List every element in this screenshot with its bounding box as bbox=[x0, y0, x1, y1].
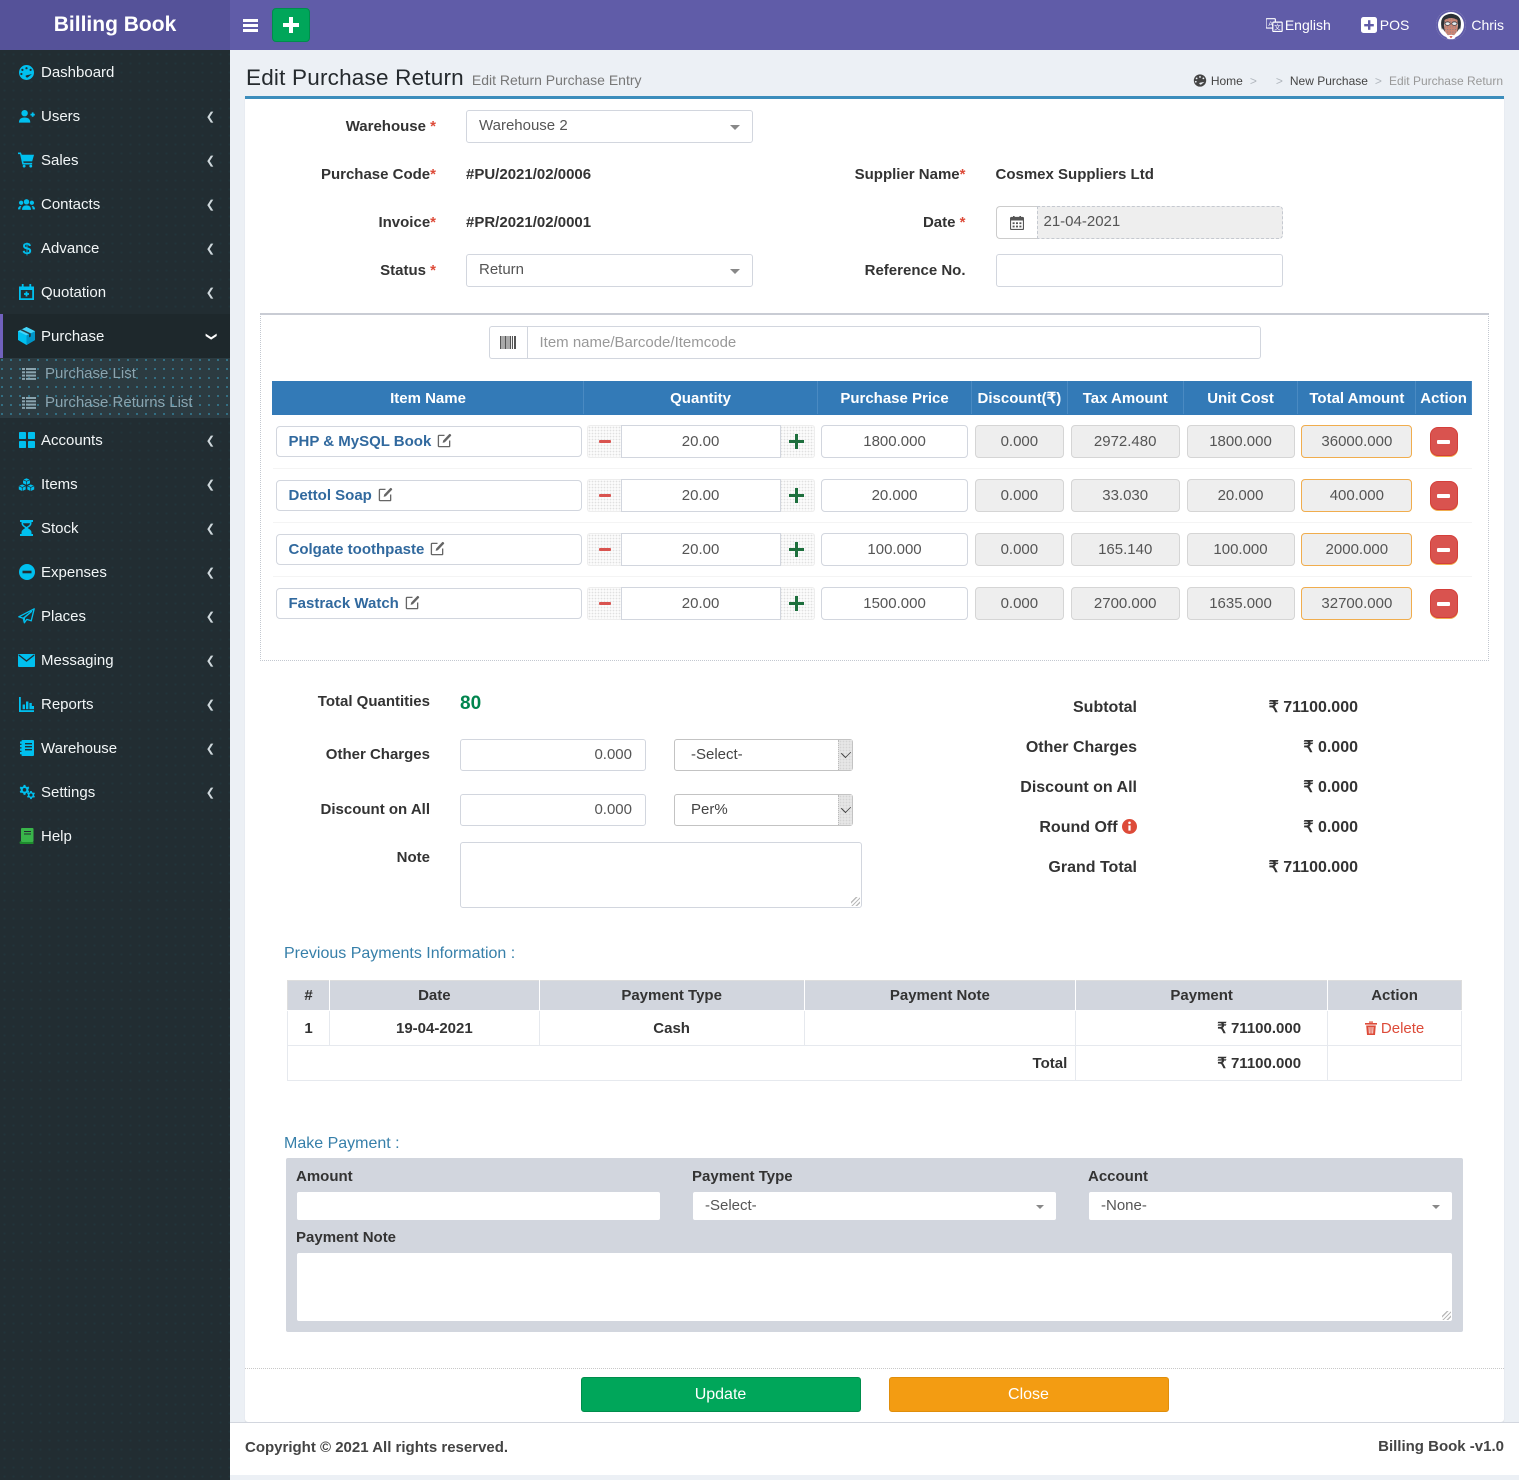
svg-text:文: 文 bbox=[1274, 22, 1281, 31]
svg-text:$: $ bbox=[22, 241, 31, 257]
